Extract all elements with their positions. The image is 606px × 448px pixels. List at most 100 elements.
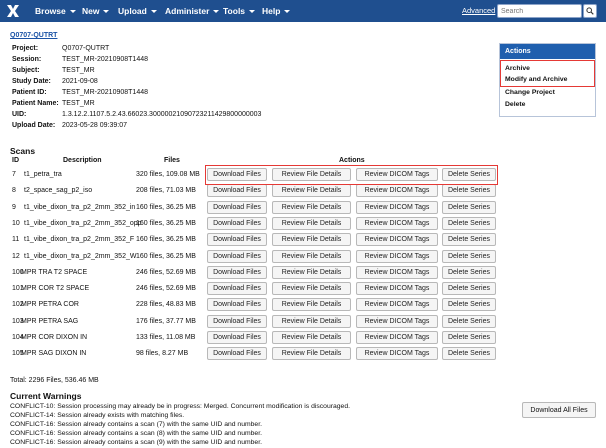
action-change-project[interactable]: Change Project: [505, 89, 555, 96]
search-input[interactable]: [497, 4, 582, 18]
delete-series-button[interactable]: Delete Series: [442, 249, 496, 263]
chevron-down-icon: [284, 10, 291, 13]
review-file-details-button[interactable]: Review File Details: [272, 184, 351, 198]
download-files-button[interactable]: Download Files: [207, 282, 267, 296]
download-files-button[interactable]: Download Files: [207, 233, 267, 247]
warning-line: CONFLICT-16: Session already contains a …: [10, 439, 262, 446]
menu-label: Tools: [223, 6, 246, 16]
highlight-row-actions: [205, 165, 498, 185]
review-dicom-tags-button[interactable]: Review DICOM Tags: [356, 331, 438, 344]
warnings-title: Current Warnings: [10, 391, 82, 401]
menu-upload[interactable]: Upload: [118, 0, 157, 22]
review-dicom-tags-button[interactable]: Review DICOM Tags: [356, 216, 438, 230]
download-files-button[interactable]: Download Files: [207, 314, 267, 328]
scan-id: 11: [12, 236, 20, 244]
scan-files: 133 files, 11.08 MB: [136, 334, 196, 341]
review-file-details-button[interactable]: Review File Details: [272, 282, 351, 296]
search-icon: [586, 7, 594, 15]
scan-files: 160 files, 36.25 MB: [136, 203, 196, 211]
review-file-details-button[interactable]: Review File Details: [272, 347, 351, 361]
download-files-button[interactable]: Download Files: [207, 331, 267, 344]
download-files-button[interactable]: Download Files: [207, 216, 267, 230]
total-summary: Total: 2296 Files, 536.46 MB: [10, 377, 99, 384]
scan-id: 12: [12, 252, 20, 260]
advanced-search-link[interactable]: Advanced: [462, 6, 495, 15]
download-all-files-button[interactable]: Download All Files: [522, 402, 596, 418]
warning-line: CONFLICT-14: Session already exists with…: [10, 412, 185, 419]
chevron-down-icon: [69, 10, 76, 13]
download-files-button[interactable]: Download Files: [207, 184, 267, 198]
delete-series-button[interactable]: Delete Series: [442, 347, 496, 361]
info-key: UID:: [12, 111, 27, 118]
info-value: TEST_MR-20210908T1448: [62, 89, 148, 96]
delete-series-button[interactable]: Delete Series: [442, 331, 496, 344]
scan-files: 160 files, 36.25 MB: [136, 236, 196, 244]
review-file-details-button[interactable]: Review File Details: [272, 298, 351, 312]
xnat-logo-icon[interactable]: [5, 3, 21, 19]
download-files-button[interactable]: Download Files: [207, 298, 267, 312]
info-key: Study Date:: [12, 78, 51, 85]
info-key: Project:: [12, 45, 39, 52]
review-file-details-button[interactable]: Review File Details: [272, 200, 351, 214]
scan-files: 176 files, 37.77 MB: [136, 317, 196, 325]
table-row: 105 MPR SAG DIXON IN 98 files, 8.27 MB Down…: [0, 346, 606, 362]
review-dicom-tags-button[interactable]: Review DICOM Tags: [356, 249, 438, 263]
table-row: 102 MPR PETRA COR 228 files, 48.83 MB Downl…: [0, 297, 606, 313]
menu-label: New: [82, 6, 100, 16]
table-row: 11 t1_vibe_dixon_tra_p2_2mm_352_F 160 file…: [0, 232, 606, 248]
table-row: 104 MPR COR DIXON IN 133 files, 11.08 MB Do…: [0, 330, 606, 346]
review-file-details-button[interactable]: Review File Details: [272, 314, 351, 328]
review-dicom-tags-button[interactable]: Review DICOM Tags: [356, 347, 438, 361]
menu-help[interactable]: Help: [262, 0, 291, 22]
col-header-description: Description: [63, 157, 102, 164]
scan-id: 9: [12, 203, 16, 211]
delete-series-button[interactable]: Delete Series: [442, 314, 496, 328]
download-files-button[interactable]: Download Files: [207, 347, 267, 361]
menu-administer[interactable]: Administer: [165, 0, 220, 22]
menu-tools[interactable]: Tools: [223, 0, 256, 22]
scan-description: MPR SAG DIXON IN: [21, 350, 87, 358]
chevron-down-icon: [103, 10, 110, 13]
scan-description: MPR COR T2 SPACE: [21, 285, 90, 293]
chevron-down-icon: [150, 10, 157, 13]
review-dicom-tags-button[interactable]: Review DICOM Tags: [356, 184, 438, 198]
menu-label: Administer: [165, 6, 210, 16]
highlight-archive-actions: [500, 60, 595, 87]
search-button[interactable]: [583, 4, 597, 18]
scan-description: t1_vibe_dixon_tra_p2_2mm_352_opp: [24, 219, 142, 227]
delete-series-button[interactable]: Delete Series: [442, 282, 496, 296]
review-file-details-button[interactable]: Review File Details: [272, 265, 351, 279]
chevron-down-icon: [249, 10, 256, 13]
top-nav-bar: Browse New Upload Administer Tools Help …: [0, 0, 606, 22]
table-row: 10 t1_vibe_dixon_tra_p2_2mm_352_opp 160 fi…: [0, 216, 606, 232]
review-file-details-button[interactable]: Review File Details: [272, 249, 351, 263]
table-row: 100 MPR TRA T2 SPACE 246 files, 52.69 MB Do…: [0, 265, 606, 281]
delete-series-button[interactable]: Delete Series: [442, 200, 496, 214]
info-key: Patient Name:: [12, 100, 59, 107]
review-dicom-tags-button[interactable]: Review DICOM Tags: [356, 282, 438, 296]
download-files-button[interactable]: Download Files: [207, 200, 267, 214]
breadcrumb-project-link[interactable]: Q0707-QUTRT: [10, 32, 57, 39]
scan-files: 246 files, 52.69 MB: [136, 268, 196, 276]
review-file-details-button[interactable]: Review File Details: [272, 331, 351, 344]
action-delete[interactable]: Delete: [505, 101, 525, 108]
delete-series-button[interactable]: Delete Series: [442, 216, 496, 230]
delete-series-button[interactable]: Delete Series: [442, 298, 496, 312]
table-row: 12 t1_vibe_dixon_tra_p2_2mm_352_W 160 file…: [0, 249, 606, 265]
delete-series-button[interactable]: Delete Series: [442, 265, 496, 279]
menu-browse[interactable]: Browse: [35, 0, 76, 22]
review-dicom-tags-button[interactable]: Review DICOM Tags: [356, 298, 438, 312]
menu-label: Browse: [35, 6, 66, 16]
scan-files: 160 files, 36.25 MB: [136, 219, 196, 227]
review-dicom-tags-button[interactable]: Review DICOM Tags: [356, 265, 438, 279]
review-dicom-tags-button[interactable]: Review DICOM Tags: [356, 200, 438, 214]
menu-new[interactable]: New: [82, 0, 110, 22]
download-files-button[interactable]: Download Files: [207, 265, 267, 279]
review-file-details-button[interactable]: Review File Details: [272, 233, 351, 247]
review-dicom-tags-button[interactable]: Review DICOM Tags: [356, 314, 438, 328]
download-files-button[interactable]: Download Files: [207, 249, 267, 263]
review-file-details-button[interactable]: Review File Details: [272, 216, 351, 230]
delete-series-button[interactable]: Delete Series: [442, 184, 496, 198]
delete-series-button[interactable]: Delete Series: [442, 233, 496, 247]
review-dicom-tags-button[interactable]: Review DICOM Tags: [356, 233, 438, 247]
